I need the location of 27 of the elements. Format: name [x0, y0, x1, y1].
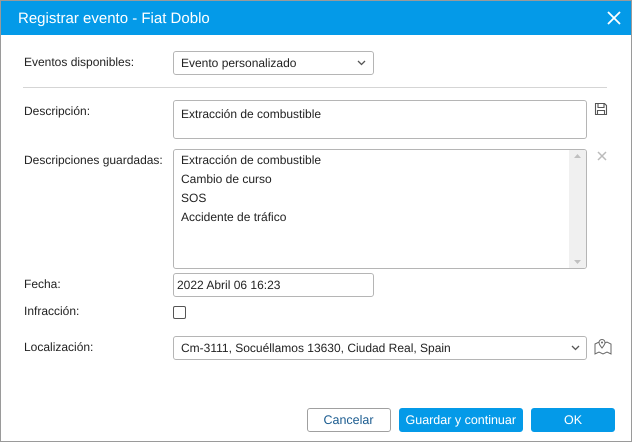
date-field[interactable]: 2022 Abril 06 16:23 — [173, 273, 374, 297]
description-field[interactable]: Extracción de combustible — [173, 100, 587, 139]
chevron-icon — [357, 60, 366, 66]
scroll-down-icon[interactable] — [574, 260, 581, 264]
scrollbar[interactable] — [569, 150, 586, 268]
scroll-up-icon[interactable] — [574, 154, 581, 158]
window-title: Registrar evento - Fiat Doblo — [18, 10, 210, 26]
location-dropdown[interactable]: Cm-3111, Socuéllamos 13630, Ciudad Real, Spain — [173, 336, 587, 360]
field-label: Fecha: — [24, 276, 62, 291]
map-pin-icon[interactable] — [594, 338, 612, 355]
field-label: Localización: — [24, 339, 94, 354]
list-item[interactable]: Cambio de curso — [181, 172, 562, 186]
close-button[interactable] — [605, 9, 623, 27]
event-dropdown[interactable]: Evento personalizado — [173, 51, 374, 75]
close-icon[interactable] — [597, 151, 607, 161]
list-item[interactable]: Accidente de tráfico — [181, 210, 562, 224]
checkbox[interactable] — [173, 306, 186, 319]
list-item[interactable]: SOS — [181, 191, 562, 205]
field-label: Descripciones guardadas: — [24, 152, 164, 167]
save-icon[interactable] — [594, 102, 608, 116]
field-label: Infracción: — [24, 303, 80, 318]
saved-descriptions-list[interactable]: Extracción de combustible Cambio de curso SOS Accidente de tráfico — [173, 149, 587, 269]
field-label: Descripción: — [24, 103, 92, 118]
cancel-button[interactable]: Cancelar — [306, 408, 391, 432]
field-label: Eventos disponibles: — [24, 54, 136, 69]
list-item[interactable]: Extracción de combustible — [181, 153, 562, 167]
chevron-icon — [571, 345, 580, 351]
